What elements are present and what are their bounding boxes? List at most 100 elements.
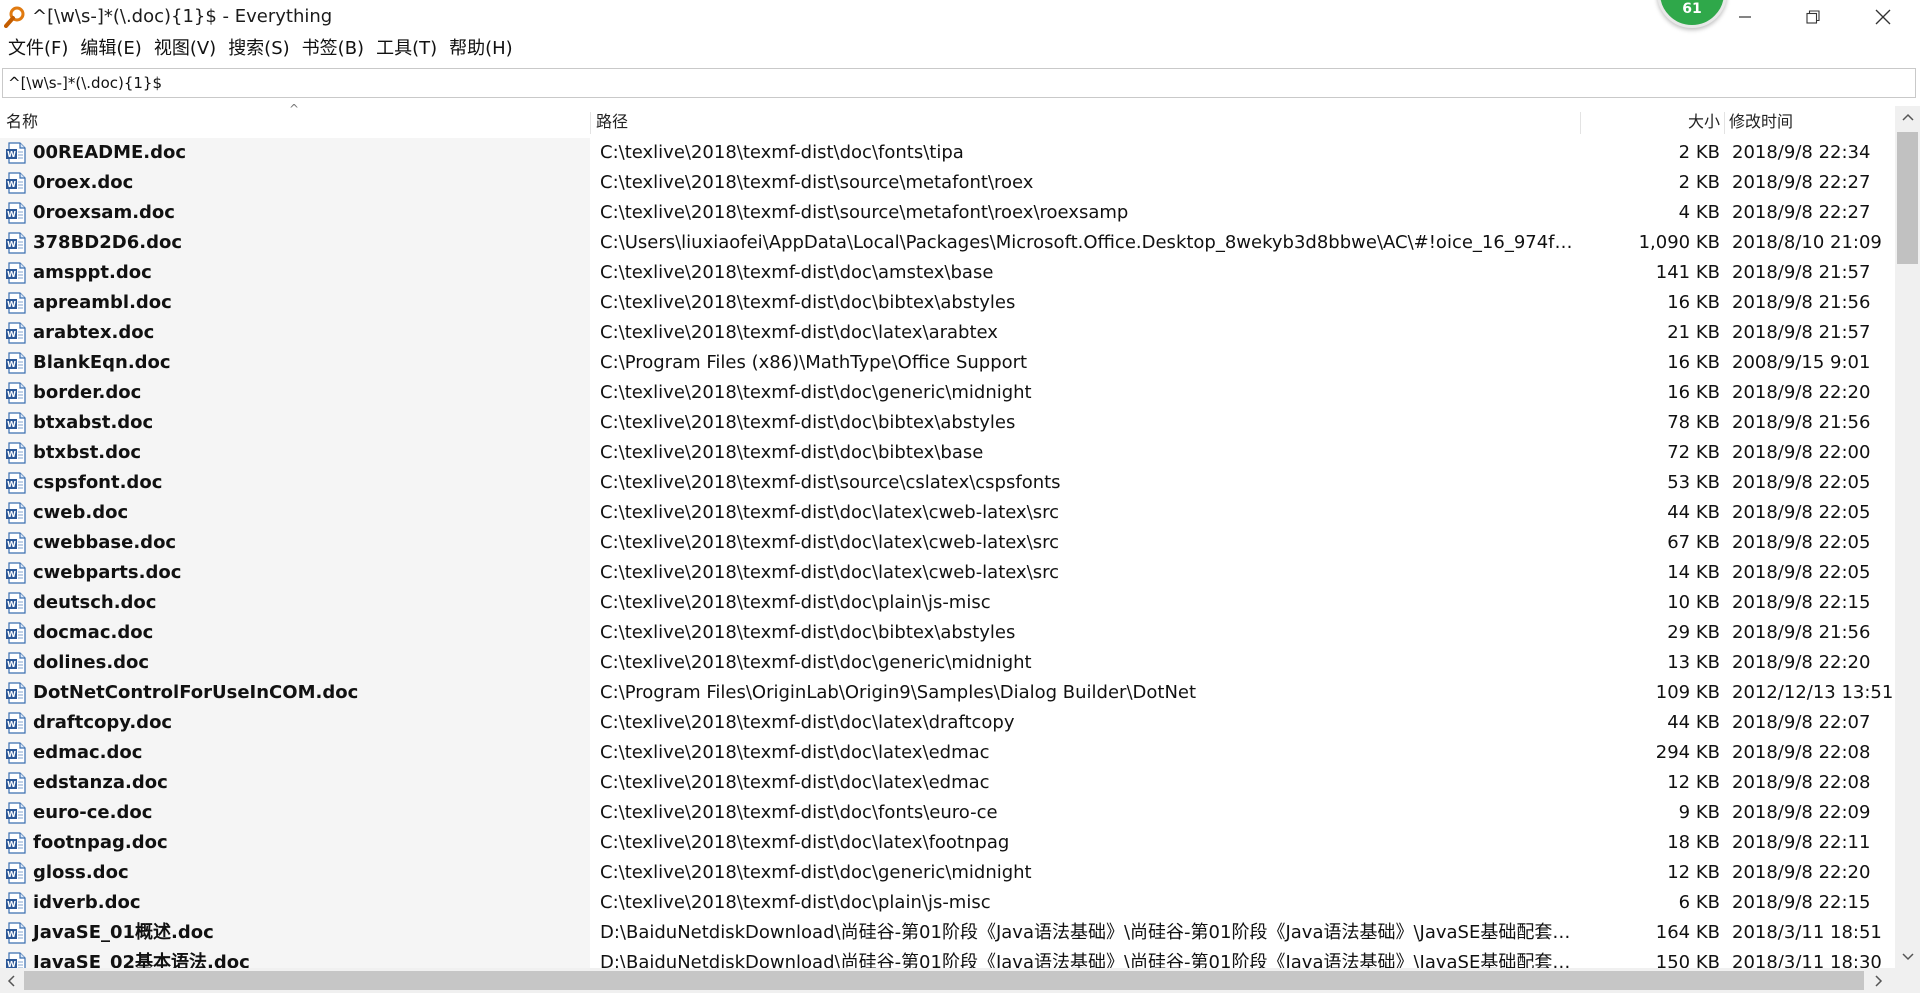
column-header-size[interactable]: 大小 (1600, 106, 1720, 138)
table-row[interactable]: W DotNetControlForUseInCOM.doc C:\Program … (0, 678, 1895, 708)
svg-text:W: W (7, 420, 16, 429)
menu-help[interactable]: 帮助(H) (443, 35, 519, 63)
close-button[interactable] (1848, 0, 1918, 34)
menu-bookmarks[interactable]: 书签(B) (296, 35, 370, 63)
table-row[interactable]: W 00README.doc C:\texlive\2018\texmf-dist\… (0, 138, 1895, 168)
name-cell[interactable]: Weuro-ce.doc (0, 798, 590, 828)
scroll-up-arrow-icon[interactable] (1895, 106, 1920, 128)
menu-search[interactable]: 搜索(S) (222, 35, 295, 63)
table-row[interactable]: Warabtex.doc C:\texlive\2018\texmf-dist\d… (0, 318, 1895, 348)
scroll-right-arrow-icon[interactable] (1868, 968, 1890, 993)
name-cell[interactable]: Wedmac.doc (0, 738, 590, 768)
column-divider[interactable] (590, 112, 591, 134)
file-size: 72 KB (1667, 442, 1720, 463)
restore-button[interactable] (1778, 0, 1848, 34)
column-divider[interactable] (1580, 112, 1581, 134)
name-cell[interactable]: Warabtex.doc (0, 318, 590, 348)
name-cell[interactable]: Wdocmac.doc (0, 618, 590, 648)
table-row[interactable]: Wcwebparts.doc C:\texlive\2018\texmf-dist… (0, 558, 1895, 588)
file-name: 0roex.doc (33, 172, 134, 193)
table-row[interactable]: Weuro-ce.doc C:\texlive\2018\texmf-dist\d… (0, 798, 1895, 828)
table-row[interactable]: Wdolines.doc C:\texlive\2018\texmf-dist\d… (0, 648, 1895, 678)
file-modified-date: 2018/9/8 21:56 (1732, 622, 1871, 643)
file-name: JavaSE_01概述.doc (33, 922, 214, 943)
name-cell[interactable]: W 00README.doc (0, 138, 590, 168)
table-row[interactable]: W JavaSE_01概述.doc D:\BaiduNetdiskDownload\… (0, 918, 1895, 948)
word-document-icon: W (5, 202, 27, 224)
table-row[interactable]: Wcweb.doc C:\texlive\2018\texmf-dist\doc\… (0, 498, 1895, 528)
table-row[interactable]: Wamsppt.doc C:\texlive\2018\texmf-dist\do… (0, 258, 1895, 288)
table-row[interactable]: Wgloss.doc C:\texlive\2018\texmf-dist\doc… (0, 858, 1895, 888)
table-row[interactable]: Widverb.doc C:\texlive\2018\texmf-dist\do… (0, 888, 1895, 918)
name-cell[interactable]: Wdeutsch.doc (0, 588, 590, 618)
table-row[interactable]: Wbtxbst.doc C:\texlive\2018\texmf-dist\do… (0, 438, 1895, 468)
name-cell[interactable]: W 0roex.doc (0, 168, 590, 198)
file-name: 0roexsam.doc (33, 202, 175, 223)
search-input[interactable] (3, 69, 1915, 97)
svg-text:W: W (7, 600, 16, 609)
menu-tools[interactable]: 工具(T) (370, 35, 443, 63)
table-row[interactable]: Wcspsfont.doc C:\texlive\2018\texmf-dist\… (0, 468, 1895, 498)
file-name: 378BD2D6.doc (33, 232, 182, 253)
menu-file[interactable]: 文件(F) (2, 35, 74, 63)
column-header-path[interactable]: 路径 (596, 106, 628, 138)
name-cell[interactable]: W 0roexsam.doc (0, 198, 590, 228)
table-row[interactable]: W 378BD2D6.doc C:\Users\liuxiaofei\AppData… (0, 228, 1895, 258)
horizontal-scroll-thumb[interactable] (24, 971, 1864, 990)
name-cell[interactable]: Wbtxbst.doc (0, 438, 590, 468)
name-cell[interactable]: W 378BD2D6.doc (0, 228, 590, 258)
file-path: C:\texlive\2018\texmf-dist\doc\latex\ara… (600, 322, 998, 343)
column-header-name[interactable]: 名称 (6, 106, 38, 138)
table-row[interactable]: Wdocmac.doc C:\texlive\2018\texmf-dist\do… (0, 618, 1895, 648)
file-path: C:\texlive\2018\texmf-dist\doc\latex\foo… (600, 832, 1010, 853)
name-cell[interactable]: W JavaSE_02基本语法.doc (0, 948, 590, 968)
name-cell[interactable]: Wapreambl.doc (0, 288, 590, 318)
name-cell[interactable]: W JavaSE_01概述.doc (0, 918, 590, 948)
menu-view[interactable]: 视图(V) (148, 35, 222, 63)
name-cell[interactable]: Wdraftcopy.doc (0, 708, 590, 738)
word-document-icon: W (5, 892, 27, 914)
table-row[interactable]: W 0roexsam.doc C:\texlive\2018\texmf-dist\… (0, 198, 1895, 228)
table-row[interactable]: Wbtxabst.doc C:\texlive\2018\texmf-dist\d… (0, 408, 1895, 438)
name-cell[interactable]: W BlankEqn.doc (0, 348, 590, 378)
table-row[interactable]: W BlankEqn.doc C:\Program Files (x86)\Math… (0, 348, 1895, 378)
table-row[interactable]: W JavaSE_02基本语法.doc D:\BaiduNetdiskDownloa… (0, 948, 1895, 968)
table-row[interactable]: Wdeutsch.doc C:\texlive\2018\texmf-dist\d… (0, 588, 1895, 618)
table-row[interactable]: Wedstanza.doc C:\texlive\2018\texmf-dist\… (0, 768, 1895, 798)
name-cell[interactable]: Wcweb.doc (0, 498, 590, 528)
table-row[interactable]: W 0roex.doc C:\texlive\2018\texmf-dist\sou… (0, 168, 1895, 198)
table-row[interactable]: Wborder.doc C:\texlive\2018\texmf-dist\do… (0, 378, 1895, 408)
vertical-scrollbar[interactable] (1895, 106, 1920, 968)
sort-ascending-icon: ^ (289, 102, 300, 116)
name-cell[interactable]: Wgloss.doc (0, 858, 590, 888)
name-cell[interactable]: Wcwebbase.doc (0, 528, 590, 558)
name-cell[interactable]: Wamsppt.doc (0, 258, 590, 288)
file-path: C:\texlive\2018\texmf-dist\source\cslate… (600, 472, 1061, 493)
name-cell[interactable]: W DotNetControlForUseInCOM.doc (0, 678, 590, 708)
table-row[interactable]: Wapreambl.doc C:\texlive\2018\texmf-dist\… (0, 288, 1895, 318)
name-cell[interactable]: Wdolines.doc (0, 648, 590, 678)
table-row[interactable]: Wfootnpag.doc C:\texlive\2018\texmf-dist\… (0, 828, 1895, 858)
table-row[interactable]: Wdraftcopy.doc C:\texlive\2018\texmf-dist… (0, 708, 1895, 738)
menu-edit[interactable]: 编辑(E) (74, 35, 147, 63)
name-cell[interactable]: Wborder.doc (0, 378, 590, 408)
scroll-down-arrow-icon[interactable] (1895, 946, 1920, 968)
name-cell[interactable]: Wedstanza.doc (0, 768, 590, 798)
scroll-left-arrow-icon[interactable] (0, 968, 22, 993)
column-header-modified[interactable]: 修改时间 (1729, 106, 1793, 138)
table-row[interactable]: Wedmac.doc C:\texlive\2018\texmf-dist\doc… (0, 738, 1895, 768)
name-cell[interactable]: Widverb.doc (0, 888, 590, 918)
column-divider[interactable] (1724, 112, 1725, 134)
file-size: 164 KB (1655, 922, 1720, 943)
name-cell[interactable]: Wfootnpag.doc (0, 828, 590, 858)
file-size: 16 KB (1667, 382, 1720, 403)
word-document-icon: W (5, 832, 27, 854)
name-cell[interactable]: Wcspsfont.doc (0, 468, 590, 498)
horizontal-scrollbar[interactable] (0, 968, 1920, 993)
minimize-button[interactable] (1710, 0, 1780, 34)
svg-text:W: W (7, 270, 16, 279)
name-cell[interactable]: Wbtxabst.doc (0, 408, 590, 438)
name-cell[interactable]: Wcwebparts.doc (0, 558, 590, 588)
table-row[interactable]: Wcwebbase.doc C:\texlive\2018\texmf-dist\… (0, 528, 1895, 558)
vertical-scroll-thumb[interactable] (1897, 132, 1918, 264)
